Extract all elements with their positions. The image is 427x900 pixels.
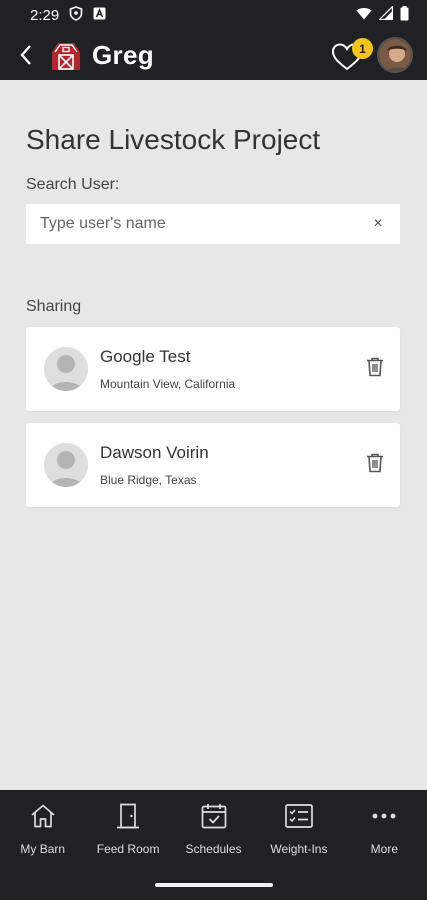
nav-weight-ins[interactable]: Weight-Ins [256,790,341,875]
search-label: Search User: [26,176,120,193]
search-input[interactable] [40,215,370,233]
favorites-button[interactable]: 1 [331,37,373,73]
page-title: Share Livestock Project [26,124,321,155]
home-icon [29,802,57,830]
sharing-label: Sharing [26,298,82,315]
app-notification-icon [93,7,106,24]
nav-my-barn[interactable]: My Barn [0,790,85,875]
shared-user-location: Blue Ridge, Texas [100,473,197,487]
gesture-area [0,875,427,900]
home-indicator[interactable] [155,883,273,887]
battery-icon [400,5,409,25]
more-dots-icon [370,802,398,830]
calendar-check-icon [200,802,228,830]
trash-icon[interactable] [366,357,384,377]
signal-icon [377,4,394,24]
shared-user-card[interactable]: Dawson Voirin Blue Ridge, Texas [26,423,400,507]
search-box: × [26,204,400,244]
avatar-placeholder-icon [44,347,88,391]
main-content: Share Livestock Project Search User: × S… [0,80,427,790]
nav-label: Feed Room [96,842,160,856]
wifi-icon [356,7,372,24]
door-icon [114,802,142,830]
nav-label: Schedules [185,842,242,856]
avatar-placeholder-icon [44,443,88,487]
checklist-icon [285,802,313,830]
app-bar: Greg 1 [0,30,427,80]
shared-user-location: Mountain View, California [100,377,236,391]
clear-icon[interactable]: × [370,215,386,233]
barn-icon[interactable] [50,39,82,71]
nav-label: My Barn [20,842,66,856]
nav-label: Weight-Ins [270,842,328,856]
shared-user-name: Dawson Voirin [100,443,209,462]
trash-icon[interactable] [366,453,384,473]
shield-icon [69,5,83,25]
notification-badge: 1 [352,38,373,59]
shared-user-card[interactable]: Google Test Mountain View, California [26,327,400,411]
status-bar: 2:29 [0,0,427,30]
chevron-left-icon [20,45,31,65]
nav-more[interactable]: More [342,790,427,875]
status-time: 2:29 [30,6,60,24]
nav-label: More [370,842,398,856]
back-button[interactable] [14,39,38,71]
user-avatar[interactable] [377,37,413,73]
nav-schedules[interactable]: Schedules [171,790,256,875]
app-title: Greg [92,39,154,70]
nav-feed-room[interactable]: Feed Room [85,790,170,875]
bottom-nav: My Barn Feed Room Schedules Weight-Ins M… [0,790,427,875]
shared-user-name: Google Test [100,347,191,366]
